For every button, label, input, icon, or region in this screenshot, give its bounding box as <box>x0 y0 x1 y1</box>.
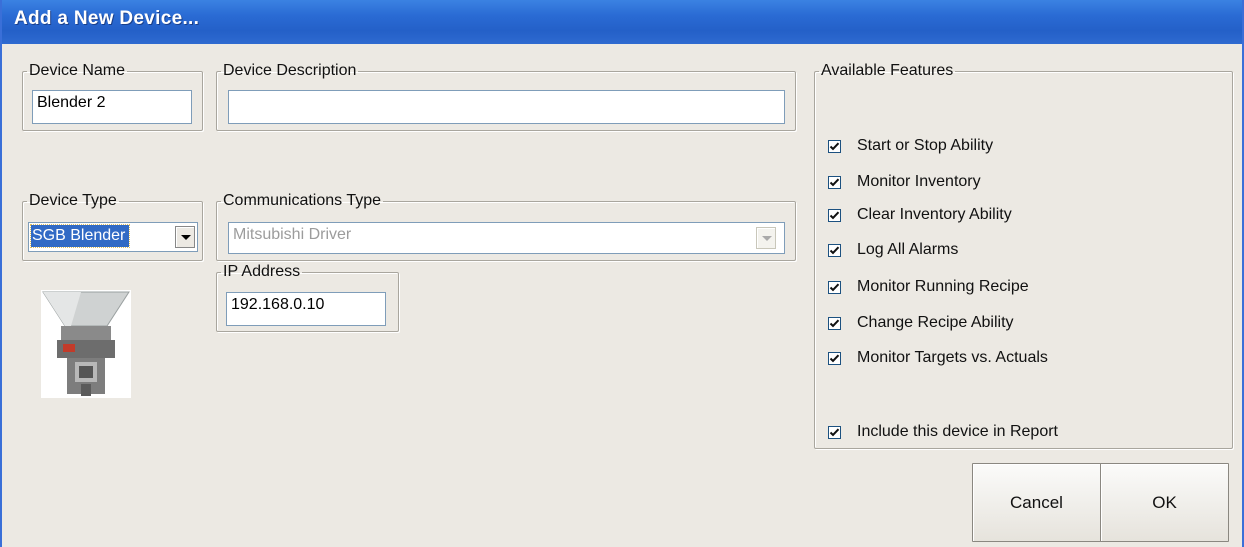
feature-monitor-targets[interactable]: Monitor Targets vs. Actuals <box>828 348 1048 368</box>
device-type-selected: SGB Blender <box>29 224 131 248</box>
feature-monitor-inventory[interactable]: Monitor Inventory <box>828 172 981 192</box>
device-type-dropdown-button[interactable] <box>175 226 195 248</box>
device-name-legend: Device Name <box>29 62 126 79</box>
feature-start-stop[interactable]: Start or Stop Ability <box>828 136 993 156</box>
blender-device-image <box>41 290 131 398</box>
feature-monitor-recipe[interactable]: Monitor Running Recipe <box>828 277 1029 297</box>
device-name-input[interactable]: Blender 2 <box>32 90 192 124</box>
include-in-report-label: Include this device in Report <box>857 423 1058 440</box>
feature-monitor-inventory-checkbox[interactable] <box>828 175 841 189</box>
device-type-legend: Device Type <box>29 192 117 209</box>
feature-monitor-recipe-label: Monitor Running Recipe <box>857 278 1029 295</box>
device-type-select[interactable]: SGB Blender <box>28 222 198 252</box>
communications-type-select[interactable]: Mitsubishi Driver <box>228 222 785 254</box>
feature-monitor-targets-checkbox[interactable] <box>828 351 841 365</box>
communications-type-dropdown-button[interactable] <box>756 227 776 249</box>
feature-log-alarms-label: Log All Alarms <box>857 241 959 258</box>
feature-log-alarms-checkbox[interactable] <box>828 243 841 257</box>
feature-change-recipe-checkbox[interactable] <box>828 316 841 330</box>
feature-start-stop-checkbox[interactable] <box>828 139 841 153</box>
ok-button[interactable]: OK <box>1100 463 1229 542</box>
feature-clear-inventory-checkbox[interactable] <box>828 208 841 222</box>
available-features-legend: Available Features <box>821 62 954 79</box>
add-device-dialog: Add a New Device... Device Name Blender … <box>0 0 1244 547</box>
ip-address-input[interactable]: 192.168.0.10 <box>226 292 386 326</box>
include-in-report[interactable]: Include this device in Report <box>828 422 1058 442</box>
ip-address-legend: IP Address <box>223 263 301 280</box>
feature-start-stop-label: Start or Stop Ability <box>857 137 994 154</box>
chevron-down-icon <box>181 235 191 240</box>
device-description-legend: Device Description <box>223 62 357 79</box>
title-bar[interactable]: Add a New Device... <box>2 0 1242 44</box>
cancel-button[interactable]: Cancel <box>972 463 1101 542</box>
window-title: Add a New Device... <box>14 8 200 29</box>
feature-change-recipe-label: Change Recipe Ability <box>857 314 1014 331</box>
feature-monitor-targets-label: Monitor Targets vs. Actuals <box>857 349 1048 366</box>
feature-log-alarms[interactable]: Log All Alarms <box>828 240 958 260</box>
feature-clear-inventory[interactable]: Clear Inventory Ability <box>828 205 1012 225</box>
communications-type-legend: Communications Type <box>223 192 381 209</box>
feature-clear-inventory-label: Clear Inventory Ability <box>857 206 1012 223</box>
feature-change-recipe[interactable]: Change Recipe Ability <box>828 313 1014 333</box>
feature-monitor-inventory-label: Monitor Inventory <box>857 173 981 190</box>
chevron-down-icon <box>762 236 772 241</box>
include-in-report-checkbox[interactable] <box>828 425 841 439</box>
feature-monitor-recipe-checkbox[interactable] <box>828 280 841 294</box>
device-description-input[interactable] <box>228 90 785 124</box>
